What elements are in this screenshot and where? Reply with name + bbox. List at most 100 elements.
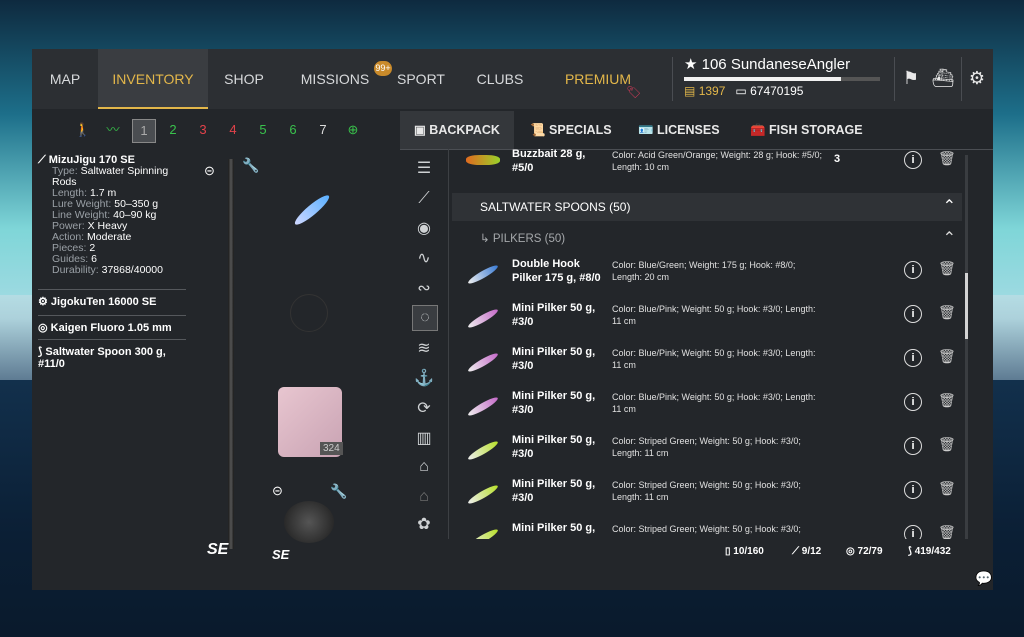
nav-map[interactable]: MAP	[40, 49, 90, 109]
chevron-up-icon[interactable]: ⌃	[943, 193, 956, 221]
player-level-name: 106 SundaneseAngler	[701, 56, 851, 73]
rods-capacity-value: 9/12	[801, 546, 822, 557]
player-name[interactable]: ★ 106 SundaneseAngler	[684, 55, 850, 73]
lure-thumbnail	[466, 526, 500, 539]
hook-slot-empty[interactable]	[290, 294, 328, 332]
tab-specials-label: SPECIALS	[549, 123, 612, 137]
trash-icon[interactable]: 🗑	[938, 304, 956, 322]
list-item[interactable]: Buzzbait 28 g, #5/0 Color: Acid Green/Or…	[452, 149, 962, 187]
slot-2[interactable]: 2	[162, 119, 184, 141]
info-icon[interactable]: i	[904, 437, 922, 455]
nav-sport[interactable]: SPORT	[392, 49, 450, 109]
top-navigation-bar: MAP INVENTORY SHOP MISSIONS 99+ SPORT CL…	[32, 49, 993, 109]
add-slot-icon[interactable]: ⊕	[342, 119, 364, 141]
slot-4[interactable]: 4	[222, 119, 244, 141]
list-item[interactable]: Mini Pilker 50 g, #3/0 Color: Striped Gre…	[452, 473, 962, 517]
tab-fish-storage-label: FISH STORAGE	[769, 123, 863, 137]
info-icon[interactable]: i	[904, 481, 922, 499]
misc-icon[interactable]: ✿	[412, 513, 436, 537]
leaderboard-icon[interactable]: ⚑	[896, 63, 926, 93]
tab-specials[interactable]: 📜 SPECIALS	[530, 111, 612, 149]
tab-licenses[interactable]: 🪪 LICENSES	[638, 111, 720, 149]
info-icon[interactable]: i	[904, 349, 922, 367]
nav-shop[interactable]: SHOP	[216, 49, 272, 109]
boat-icon[interactable]: ⌂	[412, 485, 436, 509]
wrench-icon[interactable]: 🔧	[330, 483, 347, 500]
chat-icon[interactable]: 💬	[975, 570, 992, 587]
wrench-icon[interactable]: 🔧	[242, 157, 259, 174]
equipped-lure[interactable]: ⟆ Saltwater Spoon 300 g, #11/0	[38, 339, 186, 370]
list-item[interactable]: Mini Pilker 50 g, #3/0 Color: Striped Gre…	[452, 429, 962, 473]
item-name: Mini Pilker 50 g, #3/0	[512, 434, 596, 460]
scrollbar[interactable]	[965, 155, 968, 539]
tab-fish-storage[interactable]: 🧰 FISH STORAGE	[750, 111, 863, 149]
nav-missions-label: MISSIONS	[300, 71, 370, 87]
list-item[interactable]: Mini Pilker 50 g, #3/0 Color: Blue/Pink; …	[452, 297, 962, 341]
chevron-up-icon[interactable]: ⌃	[943, 225, 956, 253]
item-quantity: 3	[834, 153, 841, 165]
info-icon[interactable]: i	[904, 393, 922, 411]
all-items-icon[interactable]: ☰	[412, 157, 436, 181]
leader-icon[interactable]: ⟳	[412, 397, 436, 421]
nav-clubs[interactable]: CLUBS	[472, 49, 528, 109]
trash-icon[interactable]: 🗑	[938, 150, 956, 168]
info-icon[interactable]: i	[904, 305, 922, 323]
trash-icon[interactable]: 🗑	[938, 436, 956, 454]
rod-image[interactable]	[228, 159, 234, 549]
info-icon[interactable]: i	[904, 151, 922, 169]
list-item[interactable]: Mini Pilker 50 g, #3/0 Color: Blue/Pink; …	[452, 341, 962, 385]
trash-icon[interactable]: 🗑	[938, 480, 956, 498]
item-description: Color: Blue/Green; Weight: 175 g; Hook: …	[612, 260, 796, 282]
line-count: 324	[320, 442, 343, 455]
subsection-header[interactable]: ↳ PILKERS (50) ⌃	[452, 225, 962, 253]
gear-icon[interactable]: ⌂	[412, 455, 436, 479]
tab-backpack[interactable]: ▣ BACKPACK	[400, 111, 514, 149]
baits-icon[interactable]: ≋	[412, 337, 436, 361]
trash-icon[interactable]: 🗑	[938, 260, 956, 278]
xp-bar	[684, 77, 880, 81]
ship-icon[interactable]: ⛴	[928, 63, 958, 93]
fish-icon[interactable]: 〰	[102, 119, 124, 141]
gold-amount: 1397	[698, 84, 726, 98]
trash-icon[interactable]: 🗑	[938, 348, 956, 366]
line-icon[interactable]: ∿	[412, 247, 436, 271]
info-icon[interactable]: i	[904, 525, 922, 539]
nav-inventory[interactable]: INVENTORY	[98, 49, 208, 109]
reel-image[interactable]	[284, 501, 334, 543]
rod-slot-icon[interactable]: ⊝	[204, 163, 215, 179]
hooks-icon[interactable]: ⚓	[412, 367, 436, 391]
slot-5[interactable]: 5	[252, 119, 274, 141]
tackle-icon[interactable]: ∾	[412, 277, 436, 301]
chum-icon[interactable]: ▥	[412, 427, 436, 451]
rod-durability: 37868/40000	[101, 264, 163, 276]
lure-thumbnail	[466, 350, 500, 375]
item-description: Color: Striped Green; Weight: 50 g; Hook…	[612, 480, 801, 502]
lure-image[interactable]	[291, 192, 333, 228]
equipped-reel[interactable]: ⚙ JigokuTen 16000 SE	[38, 289, 186, 308]
scrollbar-thumb[interactable]	[965, 273, 968, 339]
info-icon[interactable]: i	[904, 261, 922, 279]
list-item[interactable]: Mini Pilker 50 g, #3/0 Color: Blue/Pink; …	[452, 385, 962, 429]
settings-gear-icon[interactable]: ⚙	[962, 63, 992, 93]
list-item[interactable]: Double Hook Pilker 175 g, #8/0 Color: Blu…	[452, 253, 962, 297]
nav-premium[interactable]: PREMIUM	[548, 49, 648, 109]
trash-icon[interactable]: 🗑	[938, 524, 956, 539]
item-name: Mini Pilker 50 g, #3/0	[512, 302, 596, 328]
slot-6[interactable]: 6	[282, 119, 304, 141]
trash-icon[interactable]: 🗑	[938, 392, 956, 410]
rod-durability-label: Durability:	[52, 264, 99, 276]
reel-slot-icon[interactable]: ⊝	[272, 483, 283, 499]
reels-capacity-value: 72/79	[857, 546, 883, 557]
rod-icon[interactable]: ⟋	[412, 187, 436, 211]
equipped-line[interactable]: ◎ Kaigen Fluoro 1.05 mm	[38, 315, 186, 334]
angler-icon[interactable]: 🚶	[72, 119, 94, 141]
rod-slots: 🚶 〰 1 2 3 4 5 6 7 ⊕	[32, 119, 398, 143]
reel-icon[interactable]: ◉	[412, 217, 436, 241]
list-item[interactable]: Mini Pilker 50 g, Color: Striped Green; W…	[452, 517, 962, 539]
slot-7[interactable]: 7	[312, 119, 334, 141]
slot-1[interactable]: 1	[132, 119, 156, 143]
slot-3[interactable]: 3	[192, 119, 214, 141]
section-header[interactable]: SALTWATER SPOONS (50) ⌃	[452, 193, 962, 221]
nav-missions[interactable]: MISSIONS 99+	[292, 49, 392, 109]
lures-icon[interactable]: ◌	[412, 305, 438, 331]
